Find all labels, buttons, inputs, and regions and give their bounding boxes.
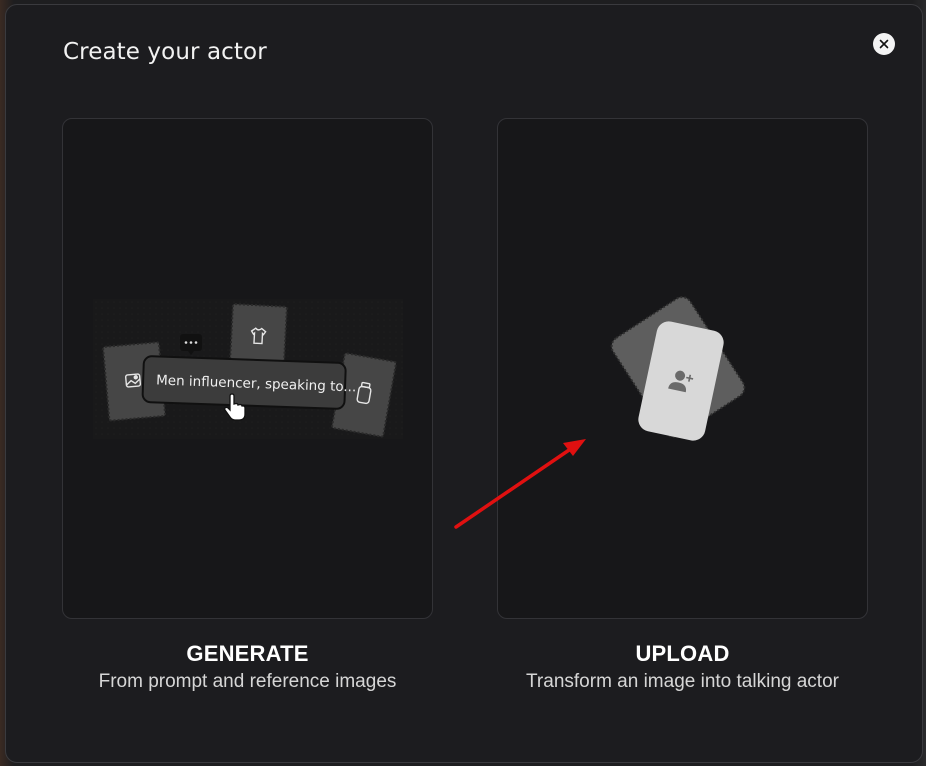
annotation-arrow — [454, 439, 586, 529]
